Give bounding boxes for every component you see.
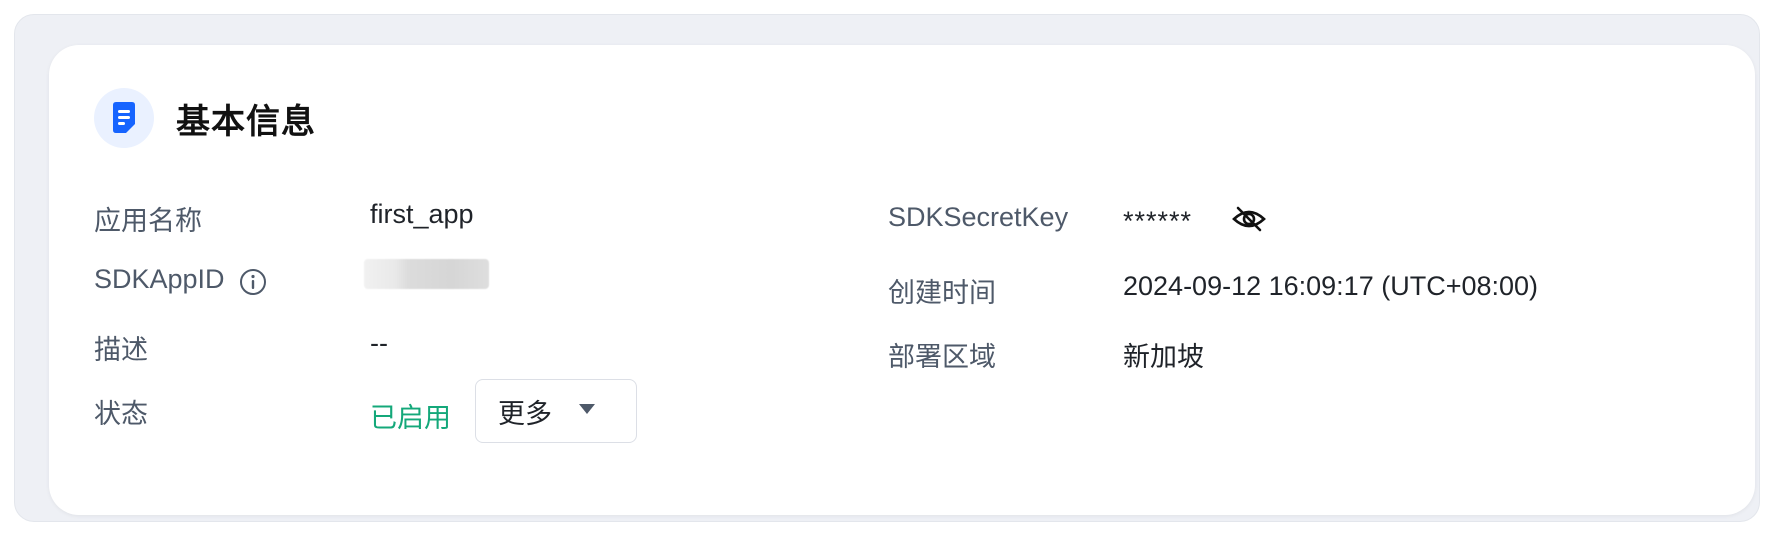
description-value: -- xyxy=(370,328,388,358)
app-name-value: first_app xyxy=(370,199,474,229)
region-label: 部署区域 xyxy=(888,342,996,372)
sdk-app-id-label: SDKAppID xyxy=(94,264,225,294)
created-time-value: 2024-09-12 16:09:17 (UTC+08:00) xyxy=(1123,271,1539,301)
secret-key-label: SDKSecretKey xyxy=(888,202,1069,232)
app-name-label: 应用名称 xyxy=(94,206,202,236)
region-value: 新加坡 xyxy=(1123,342,1204,372)
info-icon[interactable] xyxy=(239,268,267,301)
caret-down-icon xyxy=(578,402,596,420)
section-header: 基本信息 xyxy=(94,88,316,148)
secret-key-value: ****** xyxy=(1123,206,1193,236)
more-dropdown-label: 更多 xyxy=(498,398,552,429)
description-label: 描述 xyxy=(94,335,148,365)
eye-off-icon[interactable] xyxy=(1232,205,1266,238)
document-icon xyxy=(94,88,154,148)
section-title: 基本信息 xyxy=(176,102,316,141)
status-label: 状态 xyxy=(94,399,148,429)
status-badge: 已启用 xyxy=(370,403,451,433)
more-dropdown-button[interactable]: 更多 xyxy=(475,379,637,443)
sdk-app-id-masked-value xyxy=(364,259,489,289)
created-time-label: 创建时间 xyxy=(888,278,996,308)
